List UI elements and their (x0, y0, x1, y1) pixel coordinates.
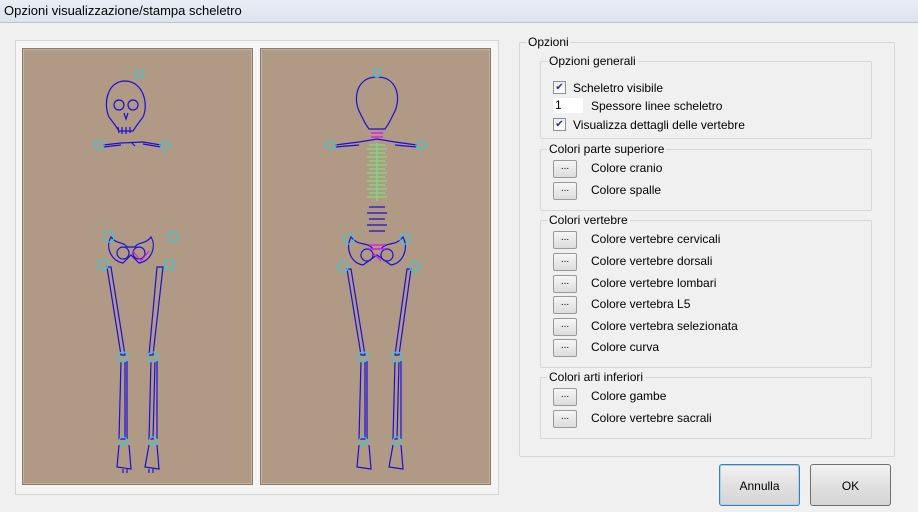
title-bar: Opzioni visualizzazione/stampa scheletro (0, 0, 918, 23)
skull-color-button[interactable]: ... (553, 160, 577, 178)
options-group: Opzioni Opzioni generali ✔ Scheletro vis… (519, 35, 895, 457)
vertebra-details-checkbox[interactable]: ✔ (553, 118, 566, 131)
dorsal-color-label: Colore vertebre dorsali (591, 254, 713, 268)
selected-vertebra-color-button[interactable]: ... (553, 318, 577, 336)
sacral-color-label: Colore vertebre sacrali (591, 411, 712, 425)
shoulders-color-button[interactable]: ... (553, 182, 577, 200)
vertebrae-colors-group: Colori vertebre ... Colore vertebre cerv… (540, 213, 872, 368)
general-options-group: Opzioni generali ✔ Scheletro visibile 1 … (540, 54, 872, 139)
skull-color-label: Colore cranio (591, 161, 663, 175)
line-thickness-input[interactable]: 1 (553, 98, 583, 113)
cancel-button[interactable]: Annulla (719, 464, 800, 506)
upper-colors-title: Colori parte superiore (547, 142, 667, 156)
vertebrae-colors-title: Colori vertebre (547, 213, 630, 227)
shoulders-color-label: Colore spalle (591, 183, 662, 197)
skeleton-preview-frame (15, 40, 499, 495)
line-thickness-label: Spessore linee scheletro (591, 99, 723, 113)
skeleton-preview-detailed (260, 48, 491, 485)
curve-color-button[interactable]: ... (553, 339, 577, 357)
skeleton-visible-checkbox[interactable]: ✔ (553, 81, 566, 94)
skeleton-simple-drawing (93, 69, 179, 473)
lumbar-color-label: Colore vertebre lombari (591, 276, 717, 290)
l5-color-button[interactable]: ... (553, 296, 577, 314)
lower-colors-title: Colori arti inferiori (547, 370, 646, 384)
l5-color-label: Colore vertebra L5 (591, 297, 691, 311)
selected-vertebra-color-label: Colore vertebra selezionata (591, 319, 738, 333)
ok-button[interactable]: OK (810, 464, 891, 506)
vertebra-details-label: Visualizza dettagli delle vertebre (573, 118, 745, 132)
skeleton-detailed-drawing (325, 68, 427, 470)
options-group-title: Opzioni (526, 35, 571, 49)
lower-colors-group: Colori arti inferiori ... Colore gambe .… (540, 370, 872, 439)
skeleton-visible-label: Scheletro visibile (573, 81, 664, 95)
dorsal-color-button[interactable]: ... (553, 253, 577, 271)
cervical-color-label: Colore vertebre cervicali (591, 232, 721, 246)
legs-color-button[interactable]: ... (553, 388, 577, 406)
upper-colors-group: Colori parte superiore ... Colore cranio… (540, 142, 872, 211)
skeleton-preview-simple (22, 48, 253, 485)
sacral-color-button[interactable]: ... (553, 410, 577, 428)
cervical-color-button[interactable]: ... (553, 231, 577, 249)
window-title: Opzioni visualizzazione/stampa scheletro (4, 3, 242, 18)
curve-color-label: Colore curva (591, 340, 660, 354)
lumbar-color-button[interactable]: ... (553, 275, 577, 293)
legs-color-label: Colore gambe (591, 389, 667, 403)
general-options-title: Opzioni generali (547, 54, 638, 68)
